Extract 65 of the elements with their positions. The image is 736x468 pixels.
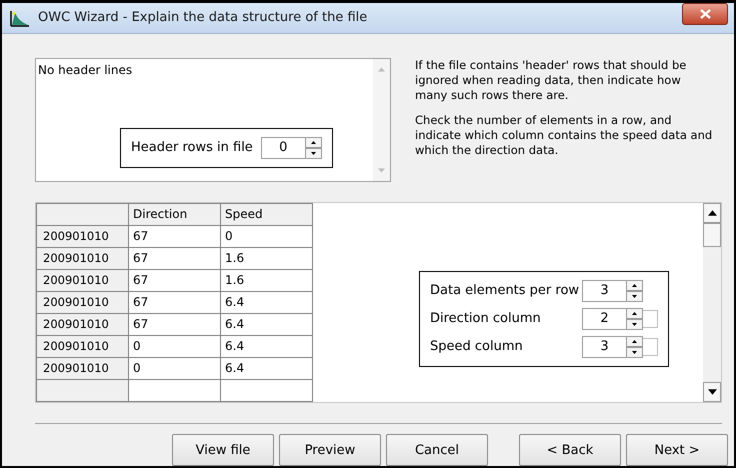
table-cell: 0 xyxy=(128,335,220,358)
table-cell: 67 xyxy=(128,291,220,314)
scrollbar[interactable] xyxy=(373,58,390,181)
up-arrow-icon xyxy=(632,312,637,315)
table-cell: 200901010 xyxy=(36,357,128,380)
field-label: Header rows in file xyxy=(131,140,253,156)
down-arrow-icon xyxy=(632,294,637,298)
table-cell: 67 xyxy=(128,247,220,270)
wizard-button[interactable]: < Back xyxy=(519,434,621,466)
column-header: Direction xyxy=(128,203,220,226)
scroll-thumb[interactable] xyxy=(703,222,721,247)
table-cell: 6.4 xyxy=(220,335,312,358)
close-icon xyxy=(700,8,710,19)
table-cell: 200901010 xyxy=(36,335,128,358)
instruction-text: Check the number of elements in a row, and indicate which column contains the speed data and which the direction data. xyxy=(415,112,714,158)
number-field[interactable]: 3 xyxy=(582,280,626,302)
close-button[interactable] xyxy=(682,2,728,25)
chart-icon xyxy=(10,8,30,27)
scrollbar[interactable] xyxy=(703,202,721,402)
table-cell: 200901010 xyxy=(36,269,128,292)
table-cell: 67 xyxy=(128,269,220,292)
table-cell: 200901010 xyxy=(36,291,128,314)
down-arrow-icon xyxy=(632,350,637,354)
table-cell: 1.6 xyxy=(220,269,312,292)
table-cell: 0 xyxy=(220,225,312,248)
up-arrow-icon xyxy=(378,66,385,72)
up-arrow-icon xyxy=(310,140,316,144)
window-title: OWC Wizard - Explain the data structure of the file xyxy=(38,10,368,26)
spin-buttons[interactable] xyxy=(626,336,643,358)
table-cell: 1.6 xyxy=(220,247,312,270)
spin-buttons[interactable] xyxy=(626,308,643,330)
number-field[interactable]: 2 xyxy=(582,308,626,330)
wizard-button[interactable]: Cancel xyxy=(386,434,488,466)
small-box xyxy=(643,338,658,356)
spin-buttons[interactable] xyxy=(304,136,322,159)
wizard-button[interactable]: View file xyxy=(172,434,274,466)
field-label: Direction column xyxy=(430,311,541,326)
table-cell: 6.4 xyxy=(220,291,312,314)
down-arrow-icon xyxy=(378,168,385,173)
header-memo[interactable]: No header lines Header rows in file 0 xyxy=(35,58,391,182)
down-arrow-icon xyxy=(708,389,716,395)
table-cell: 6.4 xyxy=(220,313,312,336)
table-cell: 67 xyxy=(128,225,220,248)
down-arrow-icon xyxy=(632,322,637,326)
table-cell: 200901010 xyxy=(36,225,128,248)
column-header: Speed xyxy=(220,203,312,226)
table-cell: 200901010 xyxy=(36,313,128,336)
up-arrow-icon xyxy=(632,340,637,343)
field-label: Data elements per row xyxy=(430,283,580,298)
up-arrow-icon xyxy=(632,284,637,287)
number-field[interactable]: 3 xyxy=(582,336,626,358)
wizard-button[interactable]: Next > xyxy=(626,434,728,466)
down-arrow-icon xyxy=(310,152,316,155)
table-cell: 67 xyxy=(128,313,220,336)
field-label: Speed column xyxy=(430,339,523,354)
memo-text: No header lines xyxy=(38,62,132,77)
up-arrow-icon xyxy=(708,210,716,216)
table-cell: 0 xyxy=(128,357,220,380)
table-cell: 6.4 xyxy=(220,357,312,380)
number-field[interactable]: 0 xyxy=(260,136,305,159)
instruction-text: If the file contains 'header' rows that should be ignored when reading data, then indicate how many such rows there are. xyxy=(415,58,688,103)
wizard-button[interactable]: Preview xyxy=(279,434,381,466)
small-box xyxy=(643,310,658,328)
table-cell: 200901010 xyxy=(36,247,128,270)
spin-buttons[interactable] xyxy=(626,280,643,302)
